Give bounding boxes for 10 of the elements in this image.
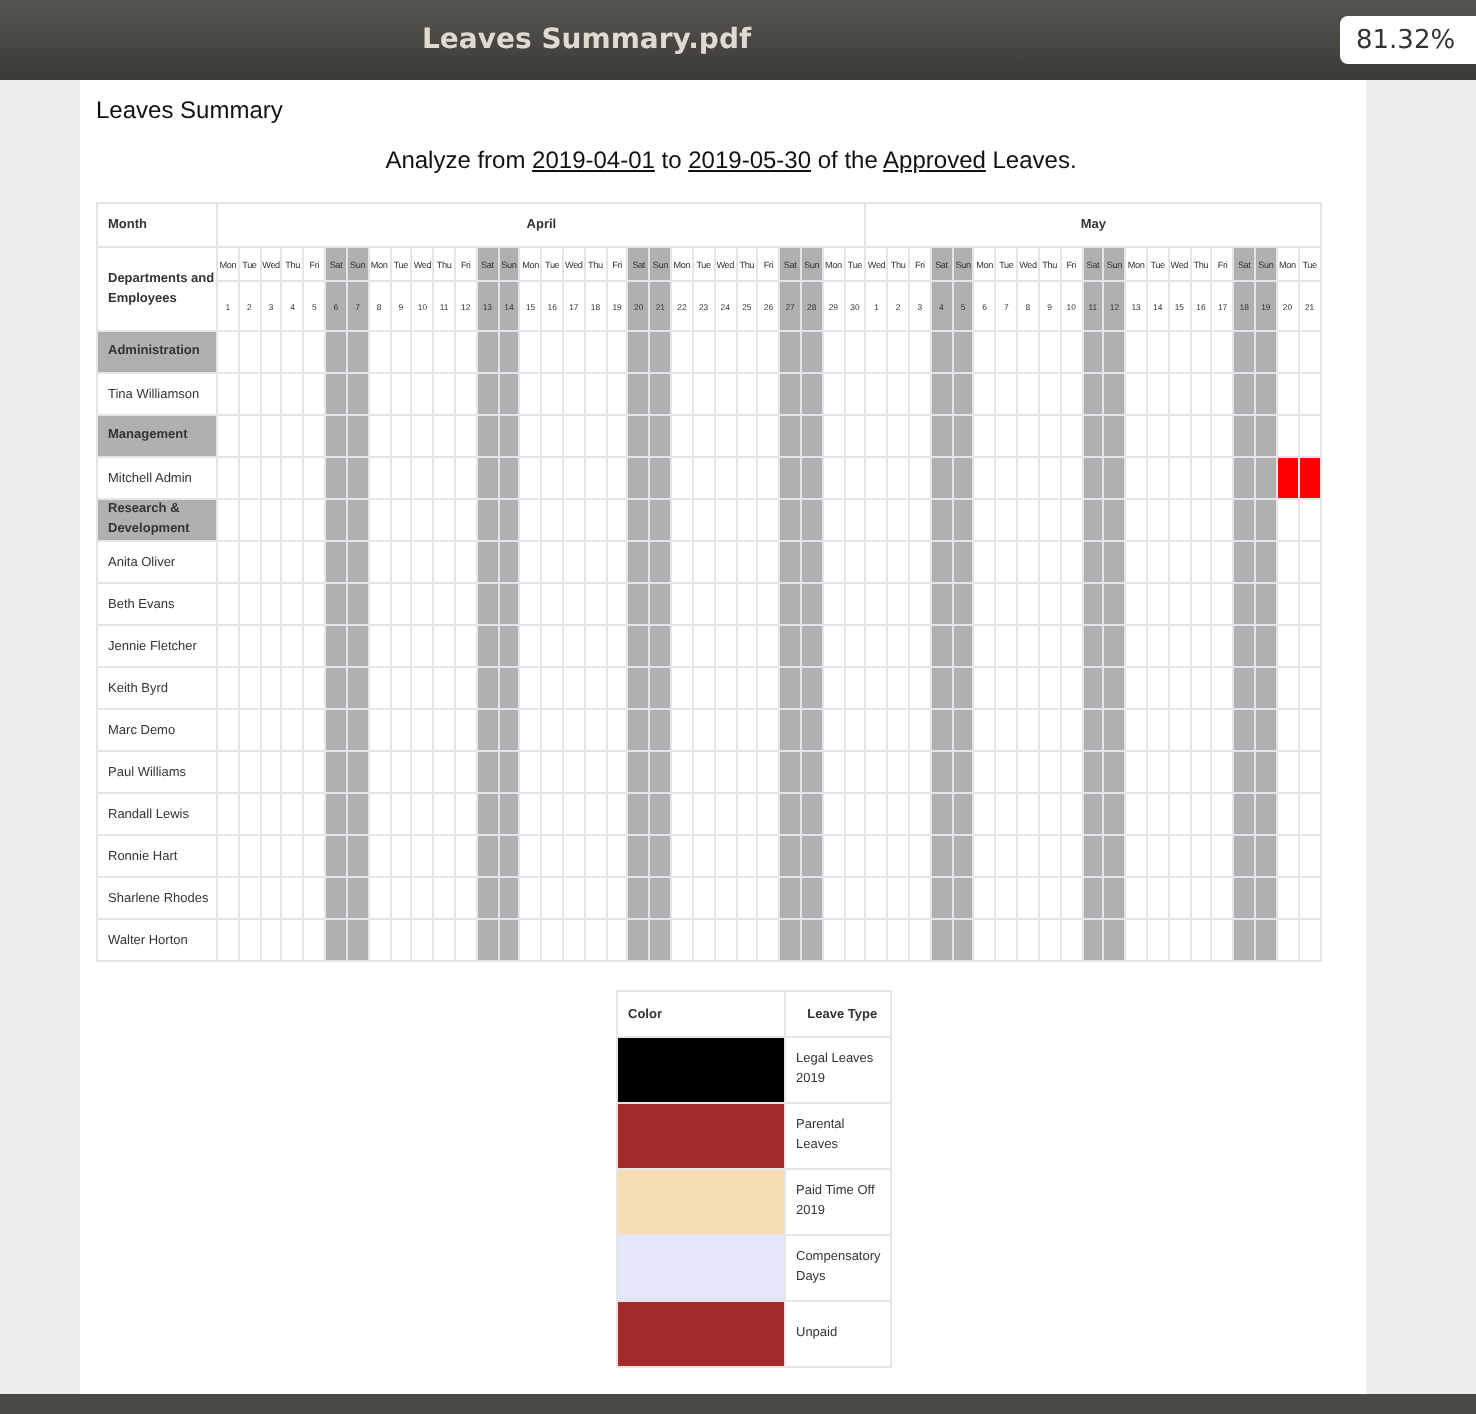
underlined-text: 2019-04-01 <box>532 146 655 174</box>
zoom-field[interactable]: 81.32% <box>1340 16 1476 64</box>
report-heading: Leaves Summary <box>96 96 285 124</box>
subtitle-text: Leaves. <box>990 146 1077 174</box>
underlined-text: 2019-05-30 <box>688 146 812 174</box>
window-title: Leaves Summary.pdf <box>422 24 752 56</box>
subtitle-text: Analyze from <box>385 146 528 174</box>
underlined-text: Approved <box>883 146 986 174</box>
subtitle-text: of the <box>815 146 880 174</box>
subtitle-text: to <box>659 146 684 174</box>
